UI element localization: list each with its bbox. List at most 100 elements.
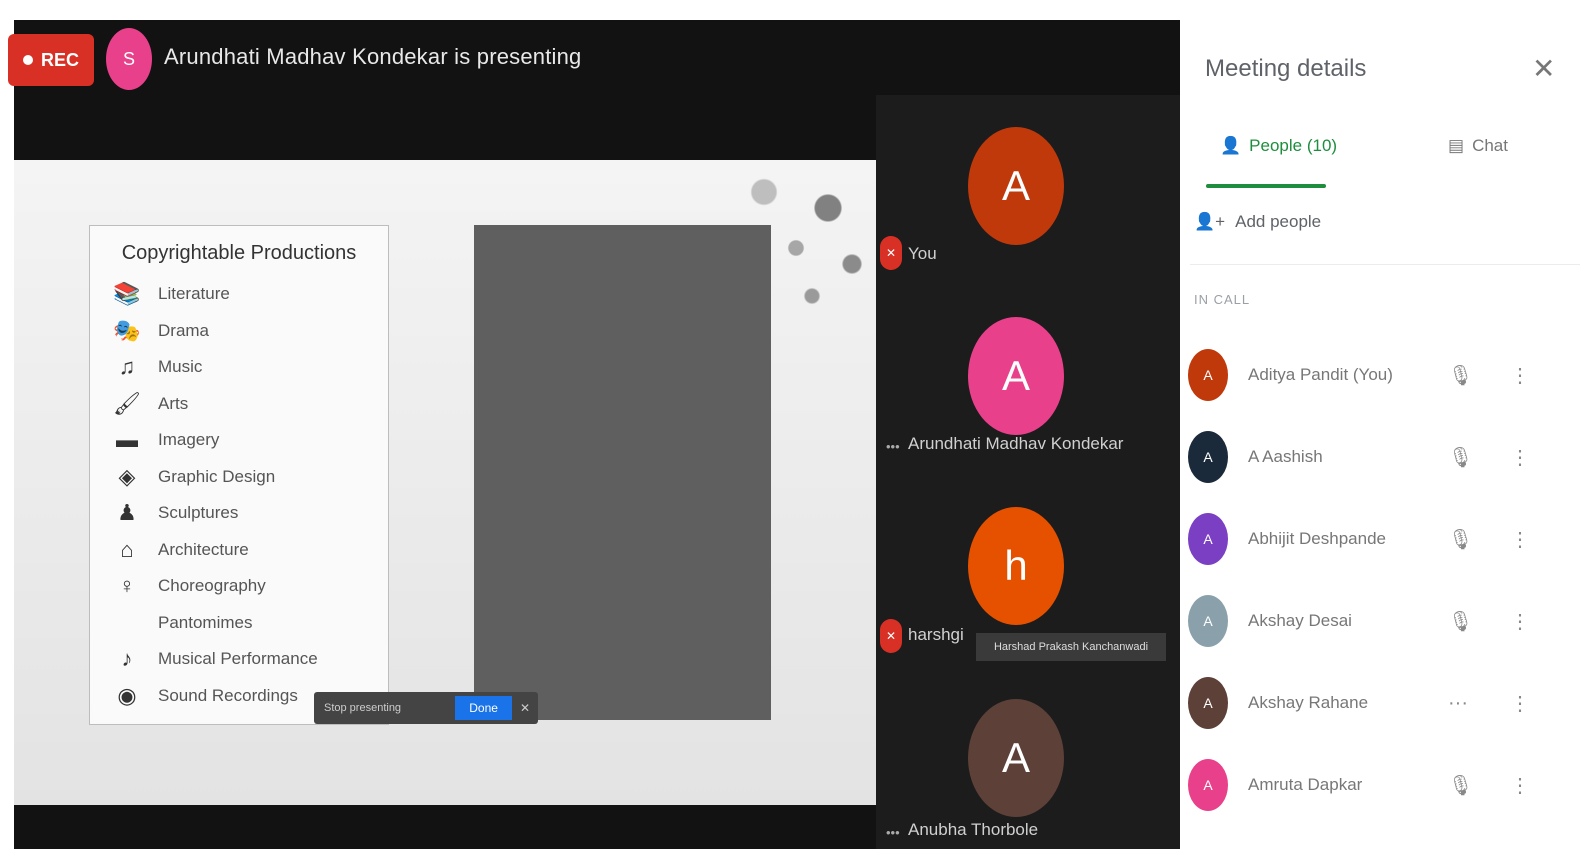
- tab-chat[interactable]: ▤ Chat: [1448, 136, 1508, 156]
- list-item: ◈ Graphic Design: [110, 459, 380, 496]
- more-options-icon[interactable]: ⋮: [1510, 691, 1530, 716]
- participant-tile[interactable]: h ✕ harshgi: [876, 471, 1180, 659]
- tooltip-text: Stop presenting: [324, 702, 402, 714]
- audio-level-icon: •••: [886, 439, 900, 454]
- avatar: A: [1188, 759, 1228, 811]
- meeting-details-panel: Meeting details ✕ 👤 People (10) ▤ Chat 👤…: [1180, 0, 1591, 849]
- list-item-label: Sculptures: [158, 503, 239, 523]
- tab-people[interactable]: 👤 People (10): [1220, 136, 1337, 156]
- list-item-label: Musical Performance: [158, 649, 318, 669]
- list-item: ♀ Choreography: [110, 568, 380, 605]
- avatar: h: [968, 507, 1064, 625]
- list-item-label: Imagery: [158, 430, 220, 450]
- chat-icon: ▤: [1448, 136, 1465, 155]
- list-item: ♪ Musical Performance: [110, 641, 380, 678]
- avatar: A: [1188, 595, 1228, 647]
- tooltip-done-button[interactable]: Done: [455, 696, 512, 720]
- audio-level-icon[interactable]: ···: [1448, 692, 1468, 715]
- participant-name: Amruta Dapkar: [1248, 775, 1363, 794]
- drama-icon: 🎭: [113, 317, 141, 343]
- panel-title: Meeting details: [1205, 55, 1367, 82]
- architecture-icon: ⌂: [120, 536, 134, 562]
- art-icon: 🖌: [113, 390, 141, 416]
- music-icon: ♫: [118, 354, 136, 380]
- list-item: ⌂ Architecture: [110, 532, 380, 569]
- musical-performance-icon: ♪: [121, 646, 133, 672]
- books-icon: 📚: [113, 281, 141, 307]
- graphic-design-icon: ◈: [118, 463, 136, 489]
- name-tooltip: Harshad Prakash Kanchanwadi: [976, 633, 1166, 661]
- close-icon[interactable]: ✕: [1532, 52, 1555, 85]
- tab-chat-label: Chat: [1472, 136, 1508, 155]
- people-icon: 👤: [1220, 136, 1242, 155]
- list-item-label: Drama: [158, 320, 210, 340]
- mic-off-icon[interactable]: 🎙: [1448, 609, 1473, 634]
- close-icon[interactable]: ✕: [520, 701, 538, 715]
- section-label: IN CALL: [1194, 292, 1251, 307]
- mic-off-icon[interactable]: 🎙: [1448, 527, 1473, 552]
- choreography-icon: ♀: [118, 573, 136, 599]
- list-item-label: Arts: [158, 393, 189, 413]
- recording-badge: REC: [8, 34, 94, 86]
- more-options-icon[interactable]: ⋮: [1510, 773, 1530, 798]
- list-item-label: Music: [158, 357, 203, 377]
- list-item-label: Architecture: [158, 539, 249, 559]
- pin-icon[interactable]: ⋮: [1510, 363, 1530, 388]
- video-stage: REC S Arundhati Madhav Kondekar is prese…: [8, 20, 1180, 849]
- participant-name: Akshay Desai: [1248, 611, 1352, 630]
- slide-placeholder-rect: [474, 225, 771, 720]
- participant-tile[interactable]: A ••• Anubha Thorbole: [876, 659, 1180, 847]
- list-item[interactable]: A Akshay Desai 🎙 ⋮: [1180, 591, 1591, 651]
- copyright-box: Copyrightable Productions 📚 Literature 🎭 D…: [89, 225, 389, 725]
- avatar: A: [1188, 349, 1228, 401]
- tile-name: harshgi: [908, 625, 964, 644]
- participant-tile[interactable]: A ✕ You: [876, 95, 1180, 283]
- slide-title: Copyrightable Productions: [121, 242, 357, 264]
- mic-off-icon[interactable]: 🎙: [1448, 773, 1473, 798]
- list-item[interactable]: A A Aashish 🎙 ⋮: [1180, 427, 1591, 487]
- tile-name: Arundhati Madhav Kondekar: [908, 434, 1124, 453]
- list-item-label: Graphic Design: [158, 466, 276, 486]
- list-item-label: Literature: [158, 284, 230, 304]
- avatar: A: [968, 127, 1064, 245]
- add-people-label: Add people: [1235, 212, 1322, 231]
- more-options-icon[interactable]: ⋮: [1510, 445, 1530, 470]
- list-item: ♫ Music: [110, 349, 380, 386]
- list-item[interactable]: A Amruta Dapkar 🎙 ⋮: [1180, 755, 1591, 815]
- avatar: A: [1188, 513, 1228, 565]
- copyright-list: 📚 Literature 🎭 Drama ♫ Music 🖌 Arts ▬ Imagery…: [110, 276, 380, 714]
- list-item[interactable]: A Abhijit Deshpande 🎙 ⋮: [1180, 509, 1591, 569]
- imagery-icon: ▬: [116, 427, 138, 453]
- avatar: A: [968, 317, 1064, 435]
- more-options-icon[interactable]: ⋮: [1510, 609, 1530, 634]
- list-item-label: Choreography: [158, 576, 266, 596]
- list-item[interactable]: A Akshay Rahane ··· ⋮: [1180, 673, 1591, 733]
- add-person-icon: 👤+: [1194, 212, 1226, 231]
- list-item: ♟ Sculptures: [110, 495, 380, 532]
- participant-tile[interactable]: A ••• Arundhati Madhav Kondekar: [876, 283, 1180, 471]
- participant-name: Abhijit Deshpande: [1248, 529, 1386, 548]
- mic-off-icon[interactable]: 🎙: [1448, 445, 1473, 470]
- add-people-button[interactable]: 👤+ Add people: [1194, 212, 1321, 232]
- participant-tiles: A ✕ You A ••• Arundhati Madhav Kondekar …: [876, 95, 1180, 849]
- mic-off-icon[interactable]: 🎙: [1448, 363, 1473, 388]
- audio-level-icon: •••: [886, 825, 900, 840]
- mic-off-icon: ✕: [880, 236, 902, 270]
- recording-label: REC: [40, 49, 79, 70]
- presenting-tooltip: Stop presenting Done ✕: [314, 692, 538, 724]
- list-item: 📚 Literature: [110, 276, 380, 313]
- presentation-topbar: REC S Arundhati Madhav Kondekar is prese…: [8, 20, 1180, 98]
- shared-slide: Copyrightable Productions 📚 Literature 🎭 D…: [14, 160, 876, 805]
- participant-name: Aditya Pandit (You): [1248, 365, 1393, 384]
- participant-name: A Aashish: [1248, 447, 1323, 466]
- tab-people-label: People (10): [1249, 136, 1338, 155]
- mic-off-icon: ✕: [880, 619, 902, 653]
- list-item-label: Sound Recordings: [158, 685, 298, 705]
- list-item: Pantomimes: [110, 605, 380, 642]
- list-item[interactable]: A Aditya Pandit (You) 🎙 ⋮: [1180, 345, 1591, 405]
- avatar: A: [1188, 677, 1228, 729]
- list-item: 🖌 Arts: [110, 386, 380, 423]
- more-options-icon[interactable]: ⋮: [1510, 527, 1530, 552]
- avatar: A: [1188, 431, 1228, 483]
- tile-name: You: [908, 244, 937, 263]
